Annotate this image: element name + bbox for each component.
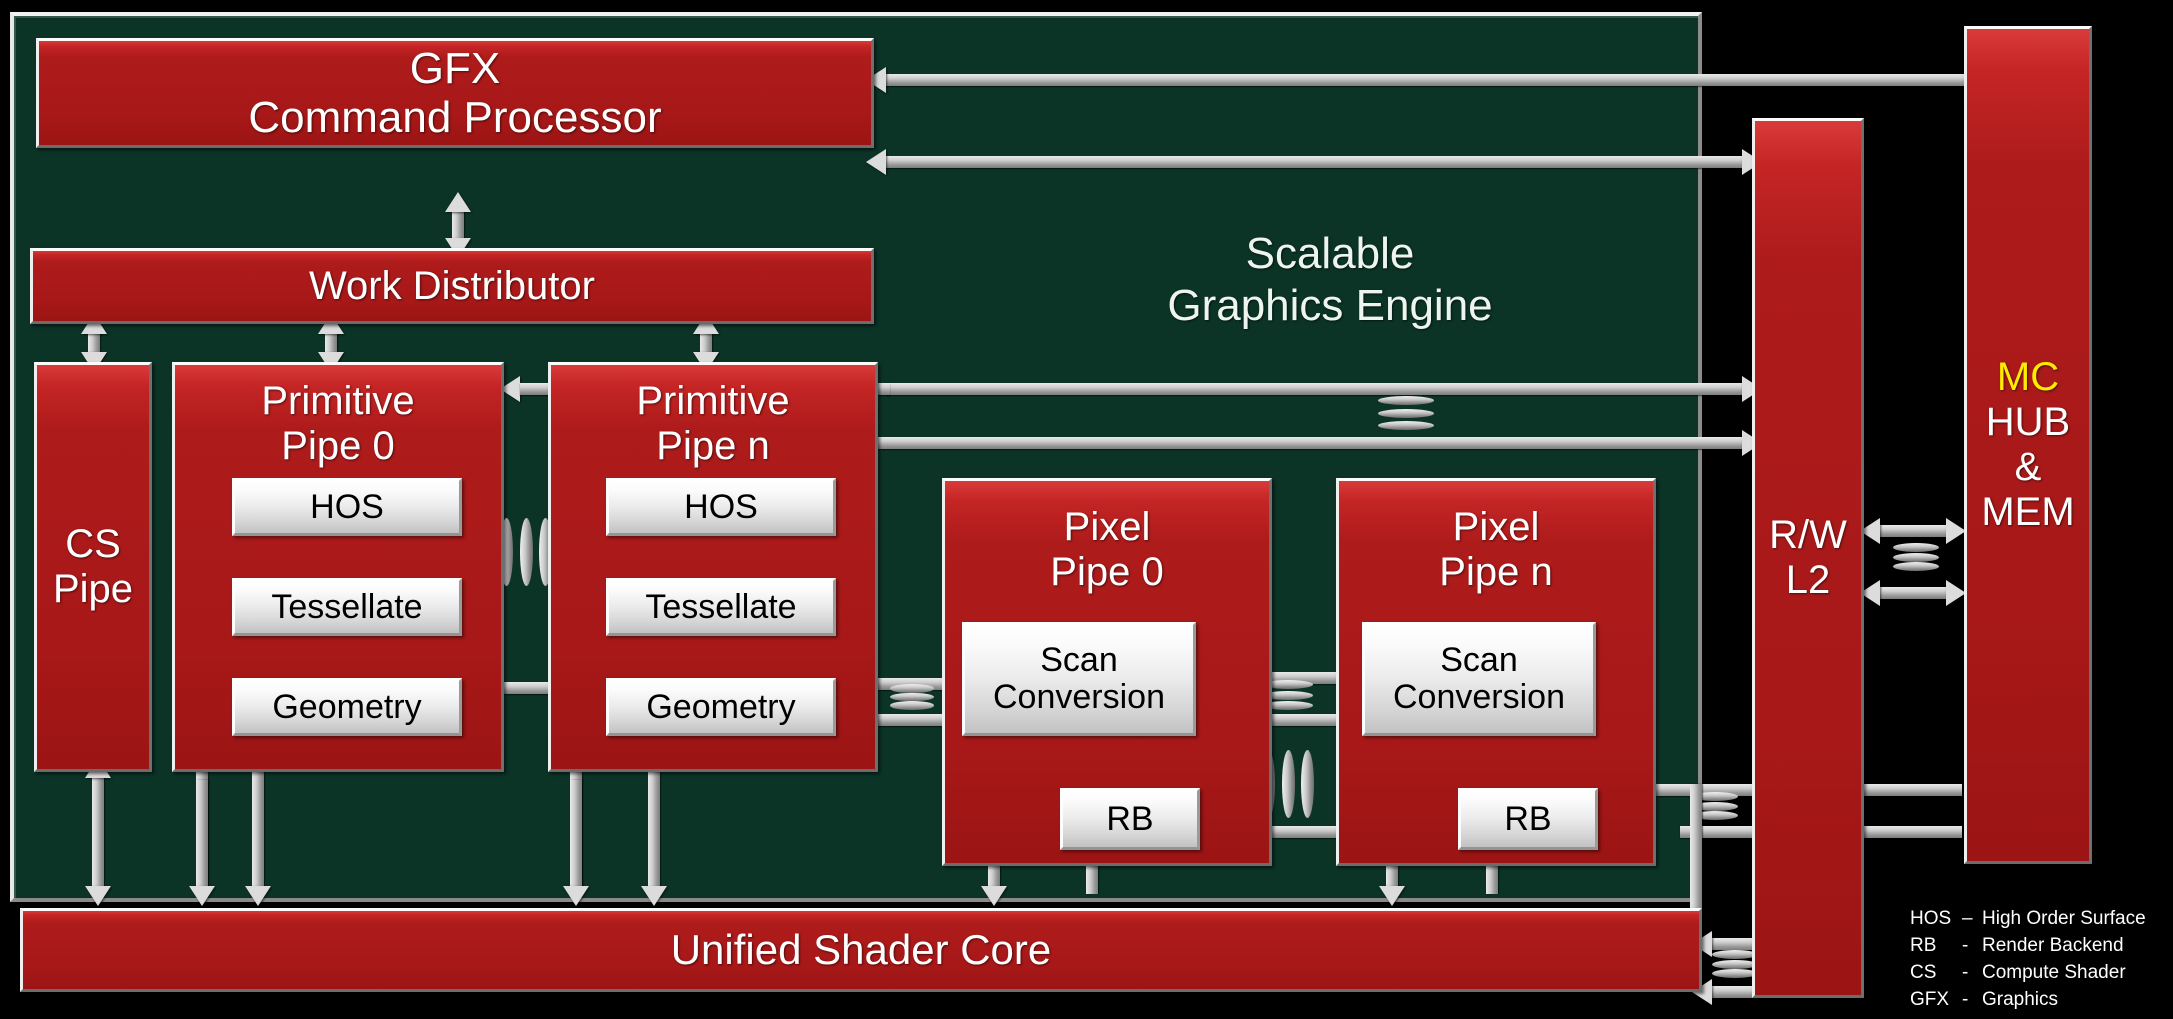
primitive-pipe-0-line1: Primitive bbox=[261, 379, 415, 423]
legend-key: RB bbox=[1910, 934, 1937, 956]
gfx-cp-line1: GFX bbox=[409, 43, 501, 93]
rw-l2-block[interactable]: R/W L2 bbox=[1752, 118, 1864, 998]
gfx-command-processor-block[interactable]: GFX Command Processor bbox=[36, 38, 874, 148]
tessellate-0-label: Tessellate bbox=[271, 587, 423, 626]
connector-primpipe-to-rwl2-upper bbox=[886, 383, 1746, 395]
legend-dash: – bbox=[1962, 908, 1973, 929]
tessellate-n-label: Tessellate bbox=[645, 587, 797, 626]
legend-item: CS - Compute Shader bbox=[1910, 960, 2146, 987]
connector-cspipe-usc bbox=[92, 774, 104, 894]
arrow-left-gfxcp-lower bbox=[866, 149, 886, 175]
ellipsis-horizontal-geometry-scan bbox=[890, 684, 934, 711]
arrow-down-usc-scann bbox=[1379, 886, 1405, 906]
arrow-down-usc-scan0 bbox=[981, 886, 1007, 906]
geometry-n-label: Geometry bbox=[646, 687, 796, 726]
legend-dash: - bbox=[1962, 961, 1969, 983]
cs-pipe-block[interactable]: CS Pipe bbox=[34, 362, 152, 772]
diagram-canvas: Scalable Graphics Engine GFX Command Pro… bbox=[0, 0, 2173, 1019]
legend-item: HOS – High Order Surface bbox=[1910, 906, 2146, 933]
unified-shader-core-label: Unified Shader Core bbox=[670, 926, 1052, 974]
arrow-down-usc-primna bbox=[563, 886, 589, 906]
primitive-pipe-n-line1: Primitive bbox=[636, 379, 790, 423]
arrow-up-gfxcp bbox=[445, 192, 471, 212]
connector-primpipe-to-rwl2-lower bbox=[868, 437, 1746, 449]
legend-item: GFX - Graphics bbox=[1910, 987, 2146, 1014]
connector-gfxcp-to-mchub-upper bbox=[886, 74, 1977, 86]
ampersand-label: & bbox=[2014, 445, 2042, 489]
primitive-pipe-n-stage-hos[interactable]: HOS bbox=[606, 478, 836, 536]
primitive-pipe-0-stage-geometry[interactable]: Geometry bbox=[232, 678, 462, 736]
connector-prim0a-usc bbox=[196, 780, 208, 894]
gfx-cp-line2: Command Processor bbox=[248, 93, 662, 142]
legend-key: HOS bbox=[1910, 908, 1952, 929]
cs-pipe-line2: Pipe bbox=[52, 567, 134, 611]
primitive-pipe-n-line2: Pipe n bbox=[656, 423, 770, 468]
connector-primna-usc bbox=[570, 780, 582, 894]
arrow-down-usc-geometryn bbox=[641, 886, 667, 906]
pixel-pipe-0-line2: Pipe 0 bbox=[1050, 549, 1164, 594]
pixel-pipe-0-rb[interactable]: RB bbox=[1060, 788, 1200, 850]
scan-conversion-0-line1: Scan bbox=[1040, 641, 1118, 680]
hub-label: HUB bbox=[1985, 400, 2071, 445]
ellipsis-horizontal-l2-mc bbox=[1893, 543, 1939, 571]
rw-l2-line1: R/W bbox=[1769, 513, 1847, 558]
connector-gfxcp-to-mchub-lower bbox=[886, 156, 1746, 168]
engine-title-line1: Scalable bbox=[1245, 229, 1415, 278]
ellipsis-vertical-primitive-pipes bbox=[500, 518, 552, 586]
cs-pipe-line1: CS bbox=[65, 522, 121, 567]
connector-rwl2-mchub-lower bbox=[1880, 587, 1950, 599]
arrow-right-mchub-mem-lower bbox=[1946, 580, 1966, 606]
pixel-pipe-n-rb[interactable]: RB bbox=[1458, 788, 1598, 850]
legend-item: RB - Render Backend bbox=[1910, 933, 2146, 960]
unified-shader-core-block[interactable]: Unified Shader Core bbox=[20, 908, 1702, 992]
legend-dash: - bbox=[1962, 934, 1969, 956]
legend-text: Graphics bbox=[1982, 988, 2059, 1010]
legend-text: Compute Shader bbox=[1982, 961, 2126, 983]
work-distributor-block[interactable]: Work Distributor bbox=[30, 248, 874, 324]
mc-hub-mem-block[interactable]: MC HUB & MEM bbox=[1964, 26, 2092, 864]
hos-n-label: HOS bbox=[684, 487, 758, 526]
connector-pixelpipen-usc bbox=[1690, 784, 1702, 918]
engine-title-line2: Graphics Engine bbox=[1167, 280, 1493, 330]
pixel-pipe-0-scan-conversion[interactable]: Scan Conversion bbox=[962, 622, 1196, 736]
arrow-right-mchub-mem-upper bbox=[1946, 518, 1966, 544]
scalable-graphics-engine-title: Scalable Graphics Engine bbox=[1070, 228, 1590, 332]
mc-label: MC bbox=[1996, 355, 2060, 400]
scan-conversion-n-line1: Scan bbox=[1440, 641, 1518, 680]
primitive-pipe-n-stage-geometry[interactable]: Geometry bbox=[606, 678, 836, 736]
legend-dash: - bbox=[1962, 988, 1969, 1010]
rb-n-label: RB bbox=[1504, 799, 1552, 838]
primitive-pipe-0-stage-tessellate[interactable]: Tessellate bbox=[232, 578, 462, 636]
pixel-pipe-n-line1: Pixel bbox=[1452, 505, 1540, 549]
primitive-pipe-0-line2: Pipe 0 bbox=[281, 423, 395, 468]
pixel-pipe-n-line2: Pipe n bbox=[1439, 549, 1553, 594]
scan-conversion-n-line2: Conversion bbox=[1393, 678, 1565, 716]
mem-label: MEM bbox=[1981, 489, 2075, 534]
rw-l2-line2: L2 bbox=[1785, 558, 1831, 602]
legend-key: GFX bbox=[1910, 988, 1950, 1010]
arrow-down-usc-cspipe bbox=[85, 886, 111, 906]
legend: HOS – High Order Surface RB - Render Bac… bbox=[1910, 906, 2146, 1014]
scan-conversion-0-line2: Conversion bbox=[993, 678, 1165, 716]
hos-0-label: HOS bbox=[310, 487, 384, 526]
rb-0-label: RB bbox=[1106, 799, 1154, 838]
geometry-0-label: Geometry bbox=[272, 687, 422, 726]
legend-text: Render Backend bbox=[1982, 934, 2124, 956]
ellipsis-horizontal-primitive-l2 bbox=[1378, 396, 1434, 430]
work-distributor-label: Work Distributor bbox=[309, 263, 595, 308]
pixel-pipe-n-scan-conversion[interactable]: Scan Conversion bbox=[1362, 622, 1596, 736]
arrow-down-usc-prim0a bbox=[189, 886, 215, 906]
legend-key: CS bbox=[1910, 961, 1937, 983]
connector-rwl2-mchub-upper bbox=[1880, 525, 1950, 537]
arrow-down-usc-geometry0 bbox=[245, 886, 271, 906]
primitive-pipe-0-stage-hos[interactable]: HOS bbox=[232, 478, 462, 536]
primitive-pipe-n-stage-tessellate[interactable]: Tessellate bbox=[606, 578, 836, 636]
pixel-pipe-0-line1: Pixel bbox=[1063, 505, 1151, 549]
legend-text: High Order Surface bbox=[1982, 908, 2146, 929]
